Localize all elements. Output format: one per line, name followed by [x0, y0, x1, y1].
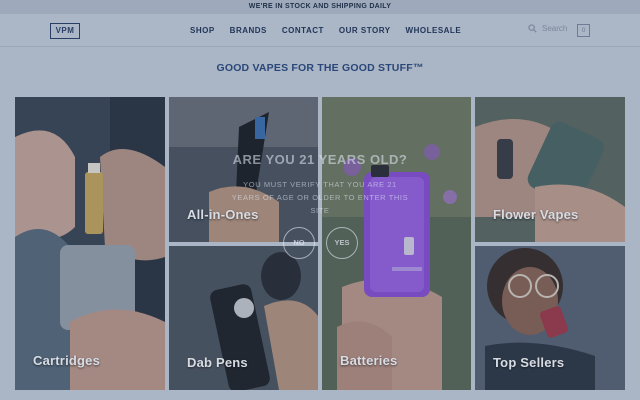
- tile-label-dab-pens: Dab Pens: [187, 355, 248, 370]
- nav-wholesale[interactable]: WHOLESALE: [406, 26, 462, 35]
- main-nav: SHOP BRANDS CONTACT OUR STORY WHOLESALE: [190, 14, 461, 46]
- age-gate-line-1: YOU MUST VERIFY THAT YOU ARE 21: [243, 180, 397, 189]
- age-gate-yes-button[interactable]: YES: [326, 227, 358, 259]
- search-icon: [528, 24, 537, 33]
- nav-contact[interactable]: CONTACT: [282, 26, 324, 35]
- tile-flower-vapes[interactable]: Flower Vapes: [475, 97, 625, 242]
- logo[interactable]: VPM: [50, 23, 80, 39]
- nav-brands[interactable]: BRANDS: [230, 26, 267, 35]
- nav-our-story[interactable]: OUR STORY: [339, 26, 391, 35]
- age-gate-line-2: YEARS OF AGE OR OLDER TO ENTER THIS: [231, 193, 409, 202]
- tile-label-top-sellers: Top Sellers: [493, 355, 565, 370]
- tile-top-sellers[interactable]: Top Sellers: [475, 246, 625, 390]
- site-header: VPM SHOP BRANDS CONTACT OUR STORY WHOLES…: [0, 14, 640, 47]
- tile-cartridges[interactable]: Cartridges: [15, 97, 165, 390]
- tile-all-in-ones[interactable]: All-in-Ones: [169, 97, 318, 242]
- search-button[interactable]: Search: [528, 24, 567, 33]
- tile-label-cartridges: Cartridges: [33, 353, 101, 368]
- tile-label-batteries: Batteries: [340, 353, 398, 368]
- search-label: Search: [542, 24, 568, 33]
- age-gate-line-3: SITE: [310, 206, 330, 215]
- age-gate-no-button[interactable]: NO: [283, 227, 315, 259]
- cart-button[interactable]: 0: [577, 24, 590, 37]
- tile-dab-pens[interactable]: Dab Pens: [169, 246, 318, 390]
- announcement-bar: WE'RE IN STOCK AND SHIPPING DAILY: [0, 0, 640, 14]
- cartridges-image: [15, 97, 165, 390]
- page-headline: GOOD VAPES FOR THE GOOD STUFF™: [216, 62, 424, 74]
- age-gate-question: ARE YOU 21 YEARS OLD?: [232, 152, 408, 167]
- nav-shop[interactable]: SHOP: [190, 26, 215, 35]
